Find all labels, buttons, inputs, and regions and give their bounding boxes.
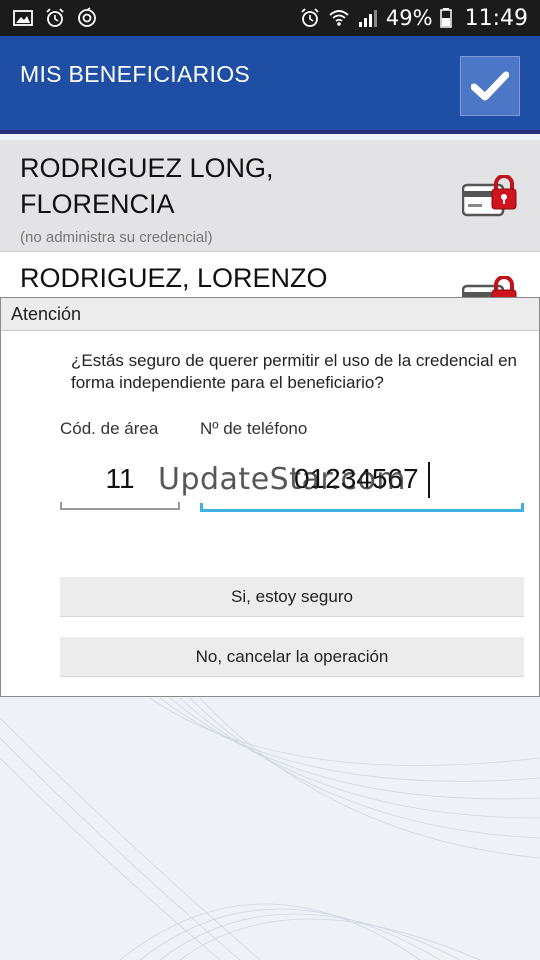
confirm-button[interactable] xyxy=(460,56,520,116)
area-code-field-wrap xyxy=(60,450,180,510)
battery-icon xyxy=(439,7,452,29)
battery-percent: 49% xyxy=(385,6,433,30)
phone-underline-tick xyxy=(200,503,203,512)
area-code-input[interactable] xyxy=(60,450,180,508)
phone-underline-tick xyxy=(521,503,524,512)
confirmation-dialog: Atención ¿Estás seguro de querer permiti… xyxy=(0,297,540,697)
list-item[interactable]: RODRIGUEZ, LORENZO xyxy=(0,252,540,318)
background-pattern xyxy=(0,698,540,960)
phone-field-wrap xyxy=(200,450,524,512)
text-cursor xyxy=(428,462,430,498)
wifi-icon xyxy=(328,7,350,29)
beneficiary-note: (no administra su credencial) xyxy=(20,229,213,246)
page-title: MIS BENEFICIARIOS xyxy=(20,61,251,87)
beneficiary-list: RODRIGUEZ LONG, FLORENCIA (no administra… xyxy=(0,140,540,318)
image-icon xyxy=(12,7,34,29)
check-icon xyxy=(471,71,509,101)
app-bar: MIS BENEFICIARIOS xyxy=(0,36,540,134)
dialog-message: ¿Estás seguro de querer permitir el uso … xyxy=(71,351,518,392)
beneficiary-name: RODRIGUEZ, LORENZO xyxy=(20,263,328,293)
locked-card-icon[interactable] xyxy=(462,175,520,221)
dialog-title: Atención xyxy=(1,298,539,331)
beneficiary-name: RODRIGUEZ LONG, FLORENCIA xyxy=(20,153,274,219)
signal-icon xyxy=(357,7,379,29)
alarm-icon xyxy=(44,7,66,29)
clock: 11:49 xyxy=(464,5,528,31)
area-code-label: Cód. de área xyxy=(60,419,159,438)
confirm-yes-button[interactable]: Si, estoy seguro xyxy=(60,577,524,617)
phone-label: Nº de teléfono xyxy=(200,419,308,438)
phone-input[interactable] xyxy=(200,450,524,508)
list-item[interactable]: RODRIGUEZ LONG, FLORENCIA (no administra… xyxy=(0,140,540,252)
area-code-underline xyxy=(60,508,180,510)
cancel-button[interactable]: No, cancelar la operación xyxy=(60,637,524,677)
alarm-icon xyxy=(299,7,321,29)
status-bar: 49% 11:49 xyxy=(0,0,540,36)
phone-underline xyxy=(200,509,524,512)
sync-icon xyxy=(76,7,98,29)
